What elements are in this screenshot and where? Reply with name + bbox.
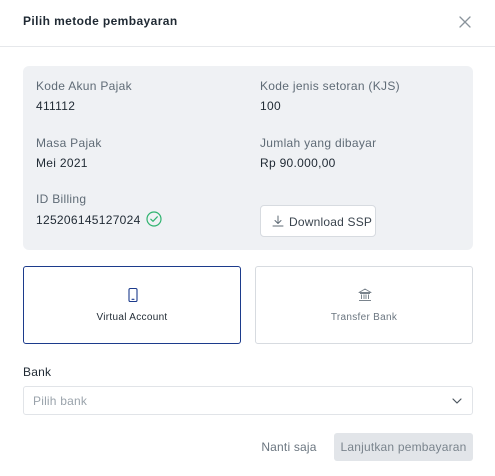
- continue-payment-button[interactable]: Lanjutkan pembayaran: [334, 433, 473, 461]
- mobile-icon: [128, 287, 138, 303]
- later-button[interactable]: Nanti saja: [254, 433, 324, 461]
- download-ssp-button[interactable]: Download SSP: [260, 205, 376, 237]
- modal-title: Pilih metode pembayaran: [23, 14, 178, 28]
- download-ssp-label: Download SSP: [289, 215, 373, 229]
- payment-method-modal: Pilih metode pembayaran Kode Akun Pajak …: [0, 0, 495, 476]
- bank-icon: [358, 288, 372, 301]
- billing-info-card: Kode Akun Pajak 411112 Kode jenis setora…: [23, 66, 473, 250]
- check-circle-icon: [146, 211, 162, 227]
- method-virtual-account-label: Virtual Account: [96, 312, 168, 323]
- jumlah-label: Jumlah yang dibayar: [260, 136, 377, 150]
- masa-pajak-label: Masa Pajak: [36, 136, 102, 150]
- bank-field-label: Bank: [23, 365, 52, 379]
- modal-header: Pilih metode pembayaran: [0, 0, 495, 47]
- method-transfer-bank[interactable]: Transfer Bank: [255, 266, 473, 344]
- id-billing-label: ID Billing: [36, 192, 87, 206]
- kode-akun-label: Kode Akun Pajak: [36, 79, 132, 93]
- chevron-down-icon: [452, 398, 462, 404]
- id-billing-value: 125206145127024: [36, 213, 141, 227]
- download-icon: [272, 215, 284, 227]
- method-transfer-bank-label: Transfer Bank: [330, 312, 398, 323]
- bank-select-placeholder: Pilih bank: [33, 394, 88, 408]
- kode-akun-value: 411112: [36, 99, 76, 113]
- kjs-label: Kode jenis setoran (KJS): [260, 79, 400, 93]
- masa-pajak-value: Mei 2021: [36, 156, 88, 170]
- method-virtual-account[interactable]: Virtual Account: [23, 266, 241, 344]
- kjs-value: 100: [260, 99, 281, 113]
- close-icon[interactable]: [457, 14, 473, 30]
- bank-select[interactable]: Pilih bank: [23, 386, 473, 415]
- jumlah-value: Rp 90.000,00: [260, 156, 336, 170]
